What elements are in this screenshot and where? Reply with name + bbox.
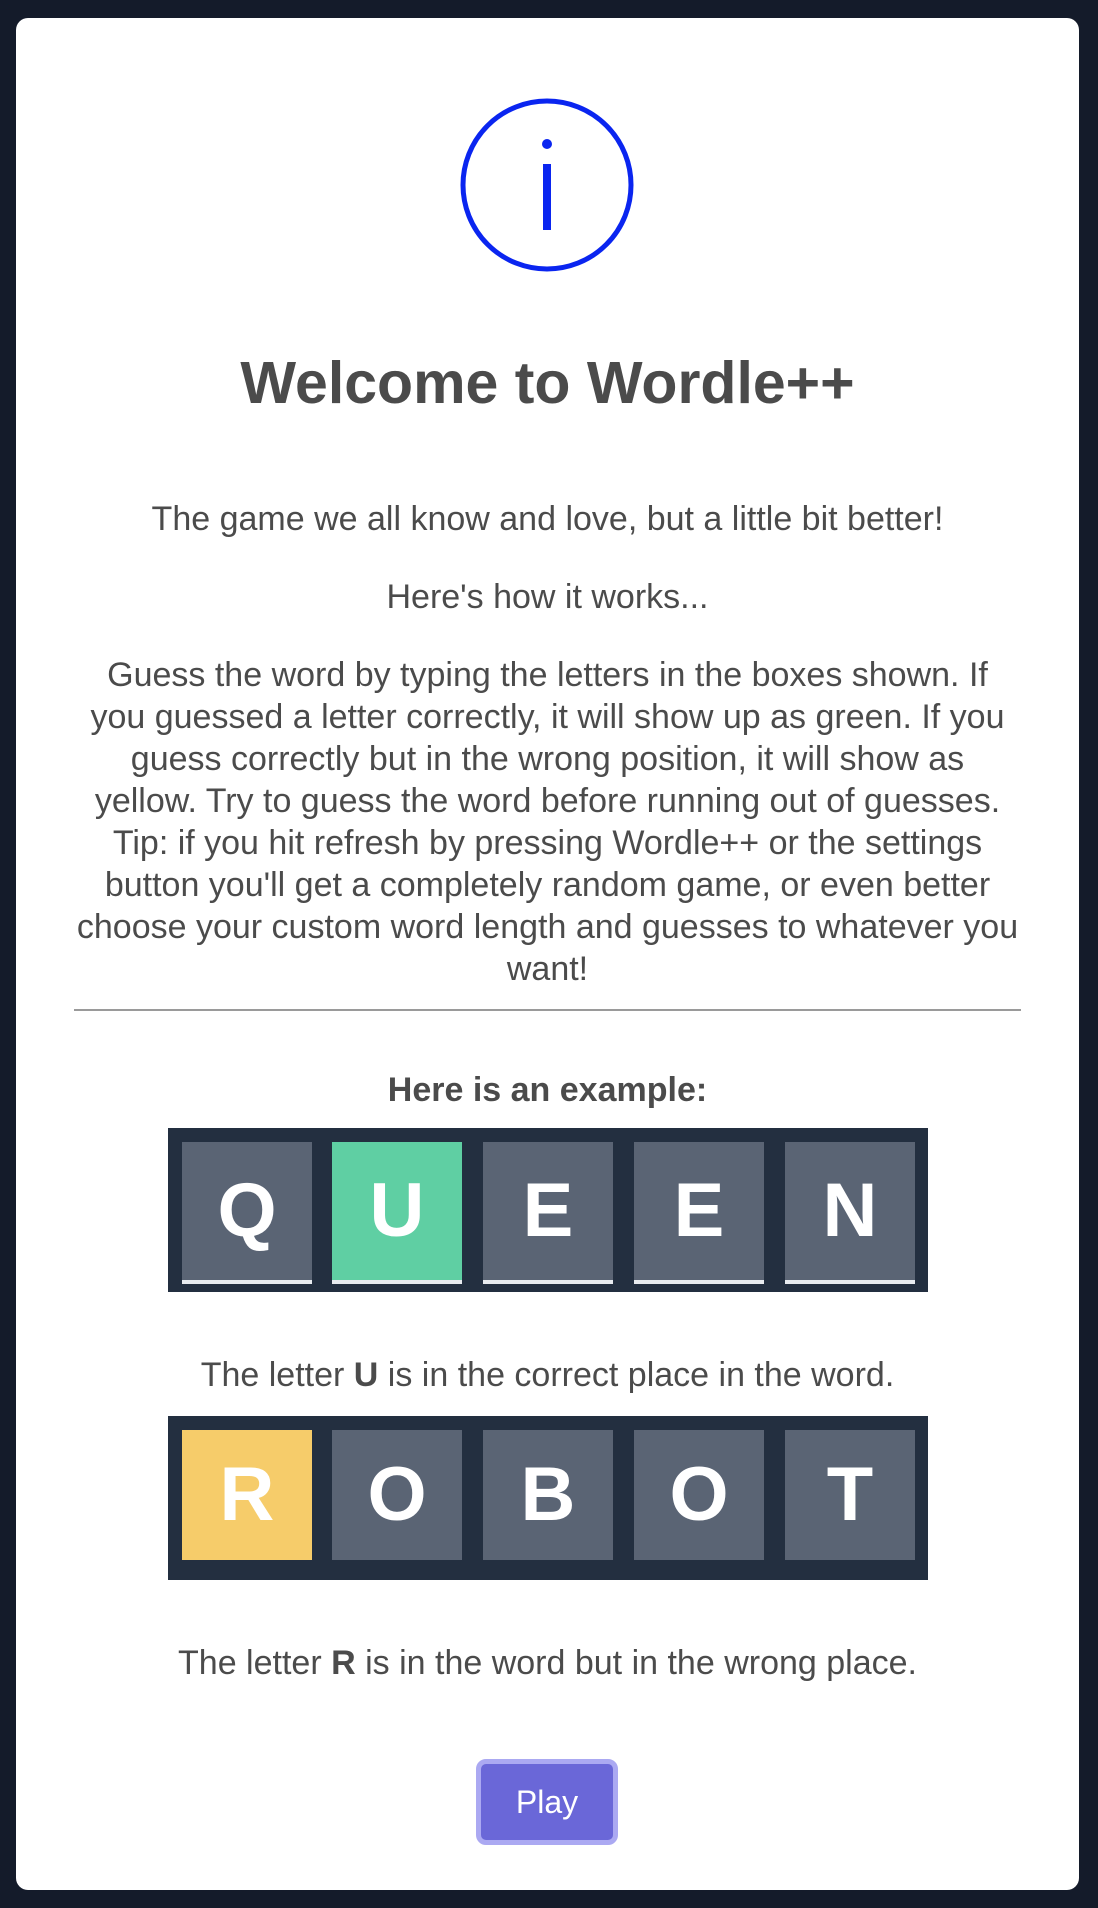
divider (74, 1009, 1021, 1011)
info-icon (460, 98, 634, 272)
letter-tile-correct: U (332, 1142, 462, 1284)
letter-tile: O (634, 1430, 764, 1560)
caption-text: is in the correct place in the word. (378, 1356, 895, 1394)
letter-tile: N (785, 1142, 915, 1284)
letter-tile: E (634, 1142, 764, 1284)
caption-text: The letter (178, 1644, 332, 1682)
letter-tile: O (332, 1430, 462, 1560)
instructions-text: Guess the word by typing the letters in … (76, 656, 1019, 988)
caption-letter: R (331, 1644, 356, 1682)
letter-tile-present: R (182, 1430, 312, 1560)
example-row-queen: Q U E E N (168, 1128, 928, 1292)
example-row-robot: R O B O T (168, 1416, 928, 1580)
tagline-text: The game we all know and love, but a lit… (151, 500, 944, 538)
caption-text: The letter (200, 1356, 354, 1394)
modal-title: Welcome to Wordle++ (240, 350, 855, 416)
letter-tile: B (483, 1430, 613, 1560)
caption-letter: U (353, 1356, 379, 1394)
example-caption-correct: The letter U is in the correct place in … (16, 1354, 1079, 1396)
letter-tile: Q (182, 1142, 312, 1284)
caption-text: is in the word but in the wrong place. (355, 1644, 917, 1682)
welcome-modal: Welcome to Wordle++ The game we all know… (16, 18, 1079, 1890)
letter-tile: T (785, 1430, 915, 1560)
play-button[interactable]: Play (476, 1759, 618, 1845)
howto-text: Here's how it works... (386, 578, 709, 616)
letter-tile: E (483, 1142, 613, 1284)
example-caption-present: The letter R is in the word but in the w… (16, 1642, 1079, 1684)
example-label: Here is an example: (387, 1071, 708, 1109)
